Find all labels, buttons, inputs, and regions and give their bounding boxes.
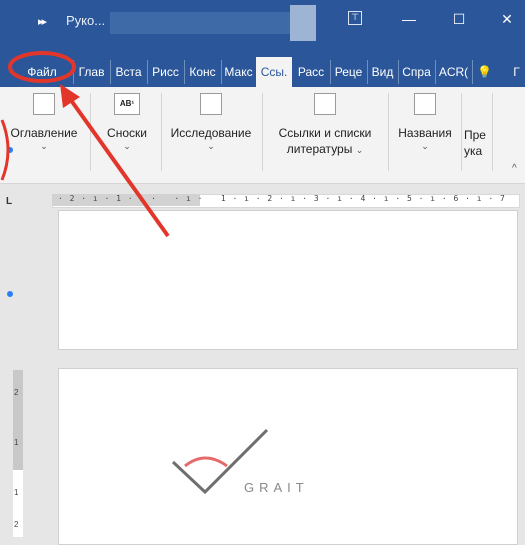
selection-handle[interactable] [7, 147, 13, 153]
chevron-down-icon: ⌄ [355, 145, 364, 155]
tab-view[interactable]: Вид [367, 60, 397, 84]
chevron-down-icon: ⌄ [123, 141, 131, 151]
ruler-ticks: · 2 · ı · 1 · ı · · ı · 1 · ı · 2 · ı · … [58, 194, 506, 203]
vruler-tick: 1 [14, 488, 19, 497]
ribbon-display-options-icon[interactable]: ⊤ [348, 11, 362, 25]
close-button[interactable]: ✕ [492, 8, 522, 30]
vertical-ruler[interactable]: 2 1 1 2 [13, 370, 23, 537]
captions-label: Названия [398, 126, 452, 140]
tab-insert[interactable]: Вста [110, 60, 146, 84]
citations-label-text: литературы [286, 142, 353, 156]
divider [90, 93, 91, 171]
tab-review[interactable]: Реце [330, 60, 366, 84]
maximize-button[interactable]: ☐ [444, 8, 474, 30]
research-icon [200, 93, 222, 115]
toc-icon [33, 93, 55, 115]
minimize-button[interactable]: — [394, 8, 424, 30]
tab-design[interactable]: Конс [184, 60, 220, 84]
tab-acrobat[interactable]: ACR( [435, 60, 471, 84]
chevron-down-icon: ⌄ [40, 141, 48, 151]
citations-button[interactable]: Ссылки и списки литературы ⌄ [264, 87, 386, 157]
toc-button[interactable]: Оглавление ⌄ [2, 87, 86, 151]
vruler-tick: 1 [14, 438, 19, 447]
citations-label-line2: литературы ⌄ [264, 141, 386, 157]
tab-help[interactable]: Спра [398, 60, 434, 84]
tab-layout[interactable]: Макс [221, 60, 255, 84]
divider [161, 93, 162, 171]
vruler-tick: 2 [14, 520, 19, 529]
tell-me-icon[interactable]: 💡 [472, 60, 496, 84]
ruler-margin [13, 370, 23, 470]
logo-text: GRAIT [244, 480, 309, 495]
document-title: Руко... [66, 13, 106, 28]
ribbon-tab-bar: Файл Глав Вста Рисс Конс Макс Ссы. Расс … [0, 47, 525, 87]
citation-icon [314, 93, 336, 115]
citations-label: Ссылки и списки [278, 126, 372, 140]
title-bar: ▸▸ Руко... ⊤ — ☐ ✕ [0, 0, 525, 47]
tab-file[interactable]: Файл [12, 60, 72, 84]
ribbon: Оглавление ⌄ AB¹ Сноски ⌄ Исследование ⌄… [0, 87, 525, 184]
blurred-region [290, 5, 316, 41]
tab-mailings[interactable]: Расс [293, 60, 329, 84]
document-page[interactable] [58, 210, 518, 350]
tab-home[interactable]: Глав [73, 60, 109, 84]
divider [492, 93, 493, 171]
tab-share[interactable]: Г [508, 60, 525, 84]
research-label: Исследование [170, 126, 252, 140]
footnotes-button[interactable]: AB¹ Сноски ⌄ [96, 87, 158, 151]
research-button[interactable]: Исследование ⌄ [164, 87, 258, 151]
blurred-region [110, 12, 300, 34]
tab-stop-selector[interactable]: L [6, 196, 12, 207]
document-page[interactable] [58, 368, 518, 545]
quick-access-icon[interactable]: ▸▸ [38, 15, 47, 28]
horizontal-ruler[interactable]: L · 2 · ı · 1 · ı · · ı · 1 · ı · 2 · ı … [0, 192, 525, 210]
divider [461, 93, 462, 171]
divider [262, 93, 263, 171]
tab-references[interactable]: Ссы. [256, 57, 292, 87]
toc-label: Оглавление [10, 126, 78, 140]
captions-button[interactable]: Названия ⌄ [391, 87, 459, 151]
tab-draw[interactable]: Рисс [147, 60, 183, 84]
vruler-tick: 2 [14, 388, 19, 397]
footnotes-label: Сноски [107, 126, 147, 140]
footnote-icon: AB¹ [114, 93, 140, 115]
caption-icon [414, 93, 436, 115]
chevron-down-icon: ⌄ [421, 141, 429, 151]
selection-handle[interactable] [7, 291, 13, 297]
chevron-down-icon: ⌄ [207, 141, 215, 151]
divider [388, 93, 389, 171]
collapse-ribbon-icon[interactable]: ^ [512, 163, 517, 174]
